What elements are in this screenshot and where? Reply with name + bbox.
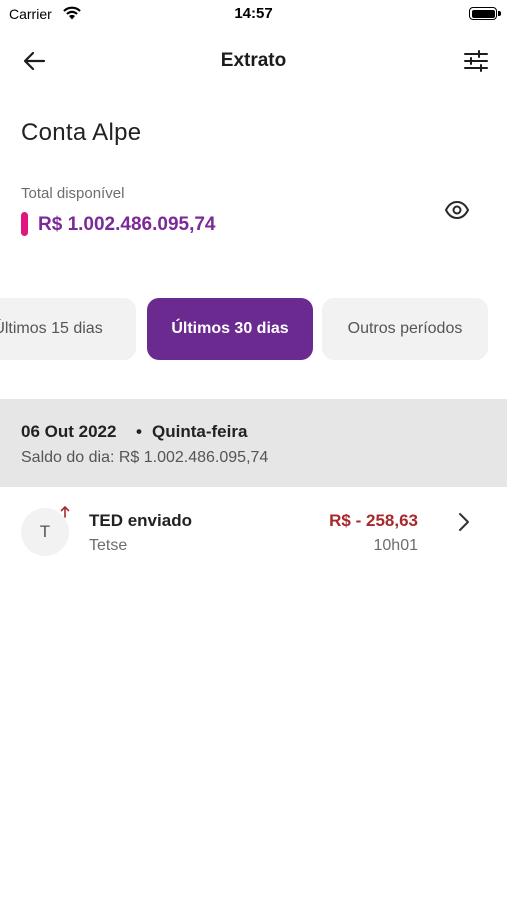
period-chip-30-days[interactable]: Últimos 30 dias <box>147 298 313 360</box>
sliders-icon <box>464 50 488 72</box>
transaction-subtitle: Tetse <box>89 537 128 554</box>
toggle-balance-visibility-button[interactable] <box>444 197 470 223</box>
day-balance: Saldo do dia: R$ 1.002.486.095,74 <box>21 449 269 466</box>
period-selector: Últimos 15 dias Últimos 30 dias Outros p… <box>0 298 507 360</box>
balance-label: Total disponível <box>21 185 125 202</box>
balance-accent-bar <box>21 212 28 236</box>
eye-icon <box>444 200 470 220</box>
transaction-title: TED enviado <box>89 511 192 530</box>
clock: 14:57 <box>234 5 273 22</box>
battery-tip <box>498 11 501 16</box>
arrow-up-icon <box>60 506 70 518</box>
day-date: 06 Out 2022 <box>21 422 117 441</box>
app-header: Extrato <box>0 36 507 86</box>
filter-button[interactable] <box>461 46 491 76</box>
period-chip-other[interactable]: Outros períodos <box>322 298 488 360</box>
day-header: 06 Out 2022 • Quinta-feira Saldo do dia:… <box>0 399 507 487</box>
transaction-time: 10h01 <box>373 537 419 554</box>
chevron-right-icon <box>459 513 469 531</box>
status-bar: Carrier 14:57 <box>0 0 507 28</box>
transaction-amount: R$ - 258,63 <box>329 511 418 530</box>
day-weekday: Quinta-feira <box>152 422 248 441</box>
battery-icon <box>469 7 497 20</box>
balance-value: R$ 1.002.486.095,74 <box>38 214 216 235</box>
account-name: Conta Alpe <box>21 119 142 146</box>
day-separator: • <box>136 422 142 441</box>
period-chip-15-days[interactable]: Últimos 15 dias <box>0 298 136 360</box>
transaction-row[interactable]: T TED enviado Tetse R$ - 258,63 10h01 <box>0 495 507 565</box>
page-title: Extrato <box>220 50 287 71</box>
